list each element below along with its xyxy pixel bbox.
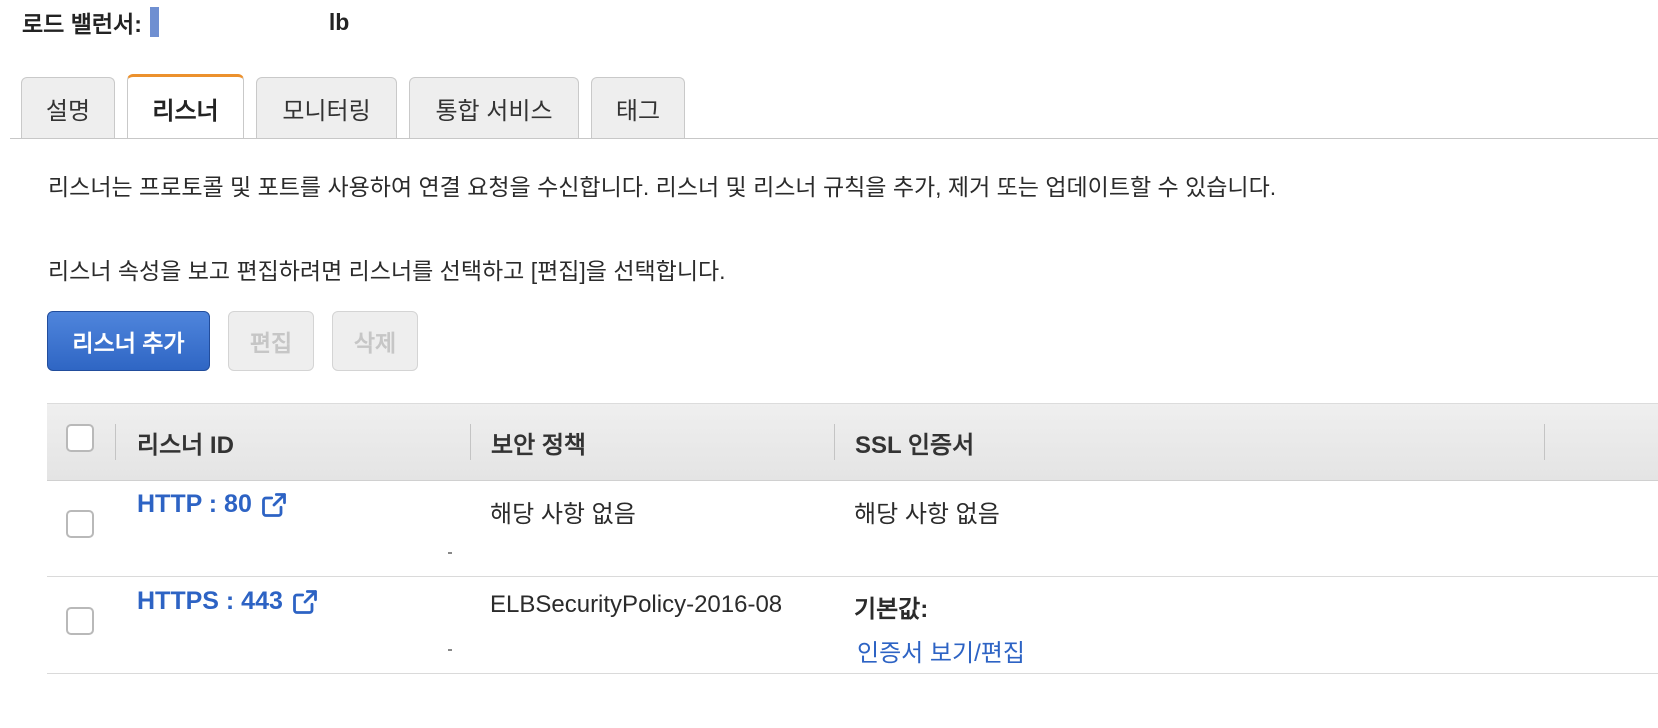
column-separator — [470, 424, 471, 460]
external-link-icon — [292, 589, 317, 614]
row-checkbox[interactable] — [66, 510, 94, 538]
listener-id-text: HTTP : 80 — [137, 490, 252, 518]
tab-listeners[interactable]: 리스너 — [127, 74, 244, 139]
column-header-listener-id[interactable]: 리스너 ID — [137, 404, 234, 480]
tab-label: 태그 — [615, 97, 661, 125]
redaction-mark — [448, 649, 452, 651]
listener-description: 리스너는 프로토콜 및 포트를 사용하여 연결 요청을 수신합니다. 리스너 및… — [48, 174, 1277, 200]
column-header-ssl-certificate[interactable]: SSL 인증서 — [855, 404, 974, 480]
load-balancer-label: 로드 밸런서: — [22, 11, 142, 37]
edit-button[interactable]: 편집 — [228, 311, 314, 371]
page-title: 로드 밸런서: lb — [22, 4, 349, 40]
column-header-security-policy[interactable]: 보안 정책 — [491, 404, 586, 480]
tab-label: 모니터링 — [282, 97, 371, 125]
tab-tags[interactable]: 태그 — [591, 77, 685, 138]
column-separator — [115, 424, 116, 460]
select-all-checkbox[interactable] — [66, 424, 94, 452]
delete-button[interactable]: 삭제 — [332, 311, 418, 371]
tab-integrated-services[interactable]: 통합 서비스 — [409, 77, 579, 138]
tab-monitoring[interactable]: 모니터링 — [256, 77, 397, 138]
row-checkbox[interactable] — [66, 607, 94, 635]
tab-label: 리스너 — [152, 97, 219, 125]
column-separator — [1544, 424, 1545, 460]
tab-label: 설명 — [45, 97, 91, 125]
tab-bar-divider — [10, 138, 1658, 139]
listeners-table-header: 리스너 ID 보안 정책 SSL 인증서 — [47, 403, 1658, 481]
column-separator — [834, 424, 835, 460]
redacted-name-marker — [149, 7, 159, 37]
listener-id-link[interactable]: HTTP : 80 — [137, 490, 288, 519]
external-link-icon — [261, 492, 286, 517]
table-row[interactable]: HTTP : 80 해당 사항 없음 해당 사항 없음 — [47, 480, 1658, 577]
listener-edit-hint: 리스너 속성을 보고 편집하려면 리스너를 선택하고 [편집]을 선택합니다. — [48, 258, 726, 284]
security-policy-value: 해당 사항 없음 — [490, 501, 636, 528]
ssl-default-label: 기본값: — [854, 596, 929, 623]
listener-id-text: HTTPS : 443 — [137, 587, 283, 615]
security-policy-value: ELBSecurityPolicy-2016-08 — [490, 591, 783, 618]
tab-label: 통합 서비스 — [435, 97, 553, 125]
view-edit-certificate-link[interactable]: 인증서 보기/편집 — [857, 633, 1025, 668]
ssl-certificate-value: 해당 사항 없음 — [854, 501, 1000, 528]
listener-id-link[interactable]: HTTPS : 443 — [137, 587, 319, 616]
load-balancer-name-suffix: lb — [328, 8, 350, 35]
tab-description[interactable]: 설명 — [21, 77, 115, 138]
redaction-mark — [448, 552, 452, 554]
add-listener-button[interactable]: 리스너 추가 — [47, 311, 210, 371]
table-row[interactable]: HTTPS : 443 ELBSecurityPolicy-2016-08 기본… — [47, 577, 1658, 674]
